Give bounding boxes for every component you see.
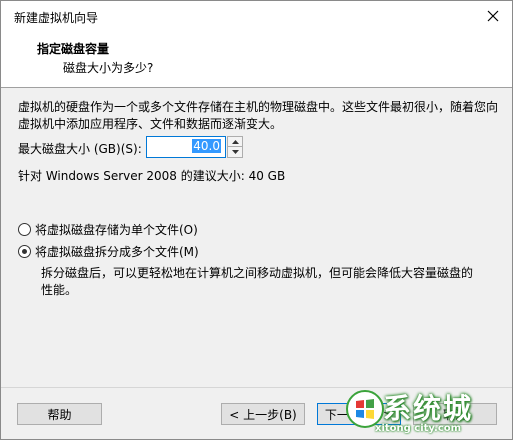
radio-single-file[interactable]: 将虚拟磁盘存储为单个文件(O) bbox=[18, 221, 198, 237]
help-button[interactable]: 帮助 bbox=[17, 403, 102, 425]
max-disk-size-spinner bbox=[227, 136, 243, 158]
down-arrow-icon bbox=[231, 150, 239, 154]
close-icon bbox=[487, 10, 499, 22]
radio-split-files-indicator bbox=[18, 244, 31, 258]
max-disk-size-input[interactable]: 40.0 bbox=[146, 136, 226, 158]
split-files-note: 拆分磁盘后，可以更轻松地在计算机之间移动虚拟机，但可能会降低大容量磁盘的性能。 bbox=[41, 266, 474, 297]
title-bar: 新建虚拟机向导 bbox=[1, 1, 512, 32]
back-button[interactable]: < 上一步(B) bbox=[221, 403, 305, 425]
site-watermark: 系统城 xitong city.com bbox=[345, 383, 497, 439]
watermark-url: xitong city.com bbox=[375, 423, 462, 434]
radio-single-file-indicator bbox=[18, 222, 31, 236]
radio-single-file-label: 将虚拟磁盘存储为单个文件(O) bbox=[35, 222, 198, 237]
up-arrow-icon bbox=[231, 139, 239, 144]
spin-up-button[interactable] bbox=[228, 137, 242, 147]
max-disk-size-value: 40.0 bbox=[192, 139, 221, 153]
spin-down-button[interactable] bbox=[228, 147, 242, 157]
close-button[interactable] bbox=[482, 5, 504, 27]
recommended-size-text: 针对 Windows Server 2008 的建议大小: 40 GB bbox=[18, 169, 286, 183]
page-title: 指定磁盘容量 bbox=[37, 42, 110, 56]
wizard-header: 指定磁盘容量 磁盘大小为多少? bbox=[1, 32, 512, 88]
radio-split-files-label: 将虚拟磁盘拆分成多个文件(M) bbox=[35, 244, 199, 259]
window-title: 新建虚拟机向导 bbox=[14, 11, 99, 25]
disk-description: 虚拟机的硬盘作为一个或多个文件存储在主机的物理磁盘中。这些文件最初很小，随着您向… bbox=[18, 100, 499, 131]
page-subtitle: 磁盘大小为多少? bbox=[63, 61, 154, 75]
radio-split-files[interactable]: 将虚拟磁盘拆分成多个文件(M) bbox=[18, 243, 199, 259]
max-disk-size-label: 最大磁盘大小 (GB)(S): bbox=[18, 142, 142, 156]
new-vm-wizard-dialog: 新建虚拟机向导 指定磁盘容量 磁盘大小为多少? 虚拟机的硬盘作为一个或多个文件存… bbox=[0, 0, 513, 440]
watermark-text: 系统城 bbox=[383, 392, 474, 425]
